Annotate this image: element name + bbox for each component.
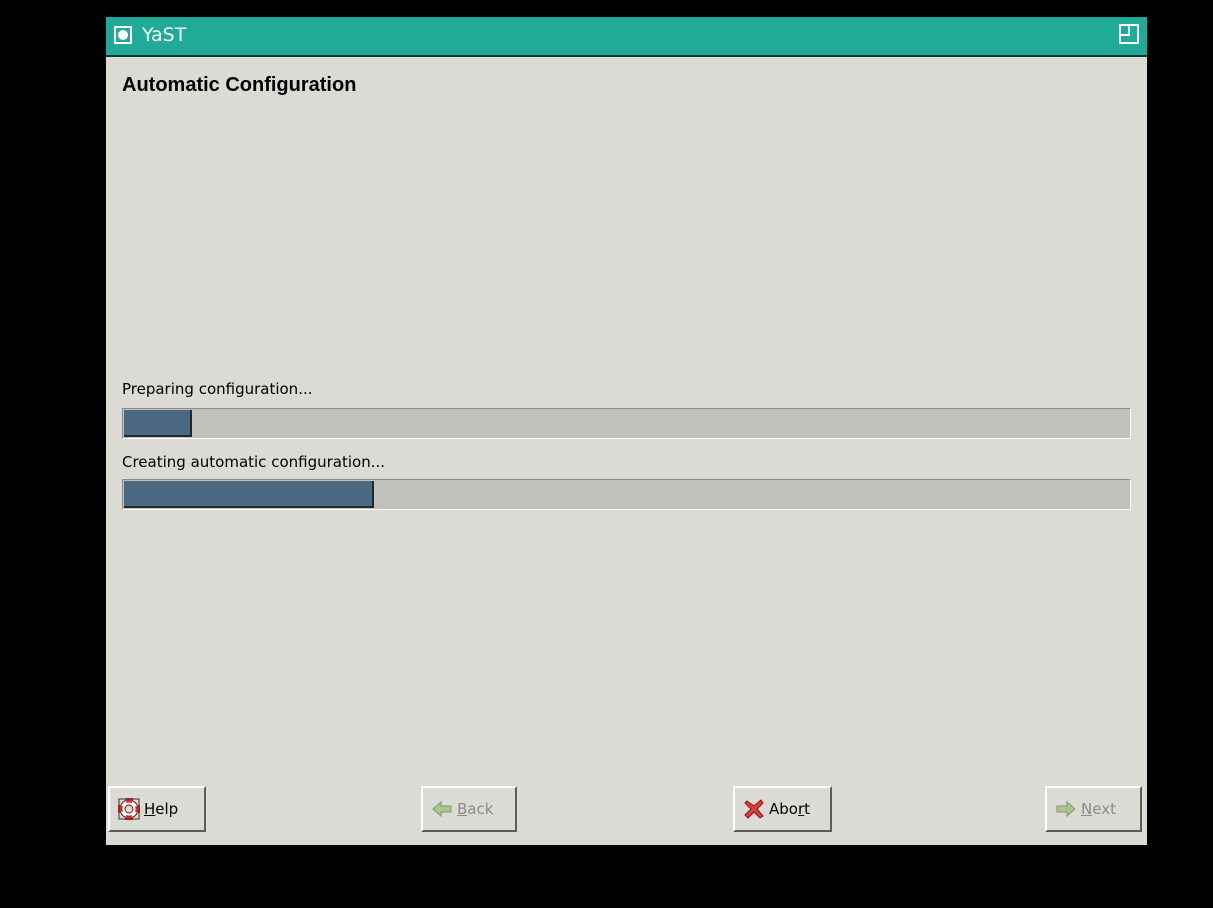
yast-window: YaST Automatic Configuration Preparing c… [106,17,1147,845]
help-button[interactable]: Help [108,786,206,832]
window-menu-icon[interactable] [114,26,132,44]
back-label: Back [457,800,494,818]
progress-bar-creating [122,479,1131,510]
next-arrow-icon [1055,798,1077,820]
maximize-icon[interactable] [1119,24,1139,44]
step-label-creating: Creating automatic configuration... [122,453,386,471]
abort-x-icon [743,798,765,820]
back-button[interactable]: Back [421,786,517,832]
progress-fill [124,410,193,437]
abort-label: Abort [769,800,811,818]
help-label: Help [144,800,179,818]
title-bar[interactable]: YaST [106,17,1147,57]
progress-fill [124,481,374,508]
next-label: Next [1081,800,1116,818]
progress-bar-preparing [122,408,1131,439]
next-button[interactable]: Next [1045,786,1142,832]
page-title: Automatic Configuration [122,74,357,96]
abort-button[interactable]: Abort [733,786,832,832]
lifebuoy-icon [117,797,141,821]
window-title: YaST [142,24,187,46]
step-label-preparing: Preparing configuration... [122,380,313,398]
screen: YaST Automatic Configuration Preparing c… [0,0,1213,908]
back-arrow-icon [431,798,453,820]
